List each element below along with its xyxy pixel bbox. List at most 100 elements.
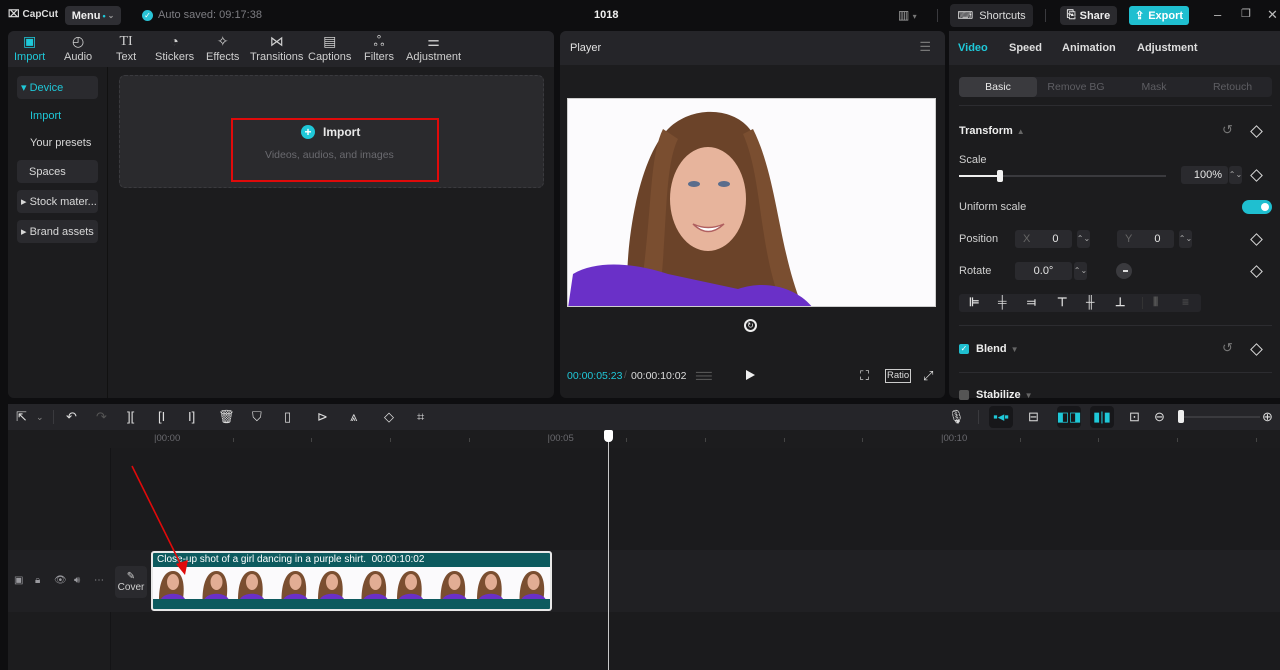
- stabilize-section-title[interactable]: Stabilize ▼: [976, 389, 1033, 401]
- tab-speed[interactable]: Speed: [1009, 42, 1042, 54]
- tab-adjustment[interactable]: ⚌ Adjustment: [406, 33, 461, 63]
- playhead-handle[interactable]: [604, 430, 614, 442]
- align-bottom-icon[interactable]: ⊥: [1115, 295, 1125, 309]
- align-top-icon[interactable]: ⊤: [1057, 295, 1067, 309]
- video-preview[interactable]: [567, 98, 936, 307]
- ratio-button[interactable]: Ratio: [885, 369, 912, 383]
- position-x-stepper[interactable]: ⌃⌄: [1077, 230, 1090, 248]
- scale-stepper[interactable]: ⌃⌄: [1229, 166, 1242, 184]
- layout-icon[interactable]: ▥ ▾: [898, 8, 917, 22]
- grid-icon[interactable]: ☰☰: [695, 370, 713, 383]
- position-x-input[interactable]: X0: [1015, 230, 1072, 248]
- fullscreen-icon[interactable]: ⤢: [923, 368, 933, 384]
- split-icon[interactable]: ][: [127, 409, 134, 425]
- lock-icon[interactable]: 🔒︎: [35, 575, 40, 586]
- mirror-icon[interactable]: ⩓: [350, 409, 357, 425]
- position-y-input[interactable]: Y0: [1117, 230, 1174, 248]
- subtab-retouch[interactable]: Retouch: [1193, 77, 1272, 97]
- transform-section-title[interactable]: Transform ▲: [959, 125, 1025, 137]
- marker-icon[interactable]: ⛉: [252, 409, 262, 425]
- subtab-basic[interactable]: Basic: [959, 77, 1037, 97]
- tab-animation[interactable]: Animation: [1062, 42, 1116, 54]
- video-clip[interactable]: Close-up shot of a girl dancing in a pur…: [151, 551, 552, 611]
- eye-icon[interactable]: 👁︎: [54, 575, 67, 586]
- tab-stickers[interactable]: ◔ Stickers: [155, 33, 194, 63]
- freeze-icon[interactable]: ▯: [284, 409, 291, 425]
- timeline-zoom-handle[interactable]: [1178, 410, 1184, 423]
- restore-icon[interactable]: ❐: [1241, 7, 1251, 20]
- keyframe-icon[interactable]: [1250, 125, 1263, 138]
- undo-icon[interactable]: ↶: [66, 409, 77, 425]
- sidebar-item-brand-assets[interactable]: ▸ Brand assets: [17, 220, 98, 243]
- rotate-input[interactable]: 0.0°: [1015, 262, 1072, 280]
- scale-slider-handle[interactable]: [997, 170, 1004, 182]
- main-track-magnet-icon[interactable]: ▪◂▪: [989, 406, 1013, 428]
- keyframe-icon[interactable]: [1250, 169, 1263, 182]
- sidebar-item-import[interactable]: Import: [30, 110, 61, 122]
- tab-video[interactable]: Video: [958, 42, 988, 54]
- zoom-fit-icon[interactable]: ⛶: [860, 368, 869, 384]
- auto-snap-icon[interactable]: ⊟: [1028, 409, 1039, 425]
- tab-text[interactable]: TI Text: [116, 33, 136, 63]
- scale-slider[interactable]: [959, 170, 1166, 182]
- menu-button[interactable]: Menu • ⌄: [65, 6, 121, 25]
- sidebar-item-spaces[interactable]: Spaces: [17, 160, 98, 183]
- audio-icon[interactable]: 🔊︎: [74, 575, 80, 586]
- sidebar-item-your-presets[interactable]: Your presets: [30, 137, 91, 149]
- tab-audio[interactable]: ◴ Audio: [64, 33, 92, 63]
- stabilize-checkbox[interactable]: [959, 390, 969, 400]
- playhead[interactable]: [608, 434, 610, 670]
- tab-filters[interactable]: ஃ Filters: [364, 33, 394, 63]
- export-button[interactable]: ⇪ Export: [1129, 6, 1189, 25]
- share-button[interactable]: ⎘ Share: [1060, 6, 1117, 25]
- keyframe-icon[interactable]: [1250, 233, 1263, 246]
- keyframe-icon[interactable]: [1250, 343, 1263, 356]
- crop-icon[interactable]: ⌗: [417, 409, 424, 425]
- sync-icon[interactable]: ↻: [744, 319, 757, 332]
- blend-section-title[interactable]: Blend ▼: [976, 343, 1018, 355]
- rotate-icon[interactable]: ◇: [384, 409, 394, 425]
- align-center-v-icon[interactable]: ╫: [1086, 295, 1095, 309]
- align-left-icon[interactable]: ⊫: [969, 295, 979, 309]
- sidebar-item-device[interactable]: ▾ Device: [17, 76, 98, 99]
- track-video-icon[interactable]: ▣: [14, 575, 23, 586]
- subtab-mask[interactable]: Mask: [1115, 77, 1193, 97]
- play-icon[interactable]: [746, 370, 755, 380]
- project-title[interactable]: 1018: [594, 9, 618, 21]
- select-cursor-icon[interactable]: ⇱: [16, 409, 27, 425]
- tab-transitions[interactable]: ⋈ Transitions: [250, 33, 303, 63]
- delete-icon[interactable]: 🗑︎: [218, 409, 235, 425]
- split-left-icon[interactable]: [I: [158, 409, 165, 425]
- shortcuts-button[interactable]: ⌨ Shortcuts: [950, 4, 1033, 27]
- keyframe-icon[interactable]: [1250, 265, 1263, 278]
- timeline-preview-icon[interactable]: ⊡: [1129, 409, 1140, 425]
- reset-icon[interactable]: ↺: [1222, 122, 1233, 138]
- uniform-scale-toggle[interactable]: [1242, 200, 1272, 214]
- hamburger-icon[interactable]: ☰: [919, 39, 931, 55]
- microphone-icon[interactable]: 🎙︎: [948, 409, 965, 425]
- tab-adjustment[interactable]: Adjustment: [1137, 42, 1198, 54]
- timeline-zoom-slider[interactable]: [1180, 416, 1260, 418]
- position-y-stepper[interactable]: ⌃⌄: [1179, 230, 1192, 248]
- linkage-icon[interactable]: ◧◨: [1057, 406, 1081, 428]
- zoom-out-icon[interactable]: ⊖: [1154, 409, 1165, 425]
- reset-icon[interactable]: ↺: [1222, 340, 1233, 356]
- zoom-in-icon[interactable]: ⊕: [1262, 409, 1273, 425]
- timeline-ruler[interactable]: |00:00|00:05|00:10|00:15|00:20|00:25: [8, 430, 1280, 448]
- chevron-down-icon[interactable]: ⌄: [36, 409, 44, 425]
- scale-input[interactable]: 100%: [1181, 166, 1228, 184]
- close-icon[interactable]: ✕: [1267, 7, 1278, 23]
- tab-import[interactable]: ▣ Import: [14, 33, 45, 63]
- align-right-icon[interactable]: ⫤: [1027, 295, 1036, 310]
- blend-checkbox[interactable]: ✓: [959, 344, 969, 354]
- tab-captions[interactable]: ▤ Captions: [308, 33, 351, 63]
- split-right-icon[interactable]: I]: [188, 409, 195, 425]
- sidebar-item-stock-material[interactable]: ▸ Stock mater...: [17, 190, 98, 213]
- more-icon[interactable]: ⋯: [94, 575, 104, 586]
- preview-axis-icon[interactable]: ▮|▮: [1090, 406, 1114, 428]
- minimize-icon[interactable]: –: [1214, 7, 1221, 22]
- rotate-stepper[interactable]: ⌃⌄: [1074, 262, 1087, 280]
- align-center-h-icon[interactable]: ╪: [998, 295, 1007, 309]
- import-dropzone[interactable]: + Import Videos, audios, and images: [119, 75, 544, 188]
- reverse-icon[interactable]: ⊳: [317, 409, 328, 425]
